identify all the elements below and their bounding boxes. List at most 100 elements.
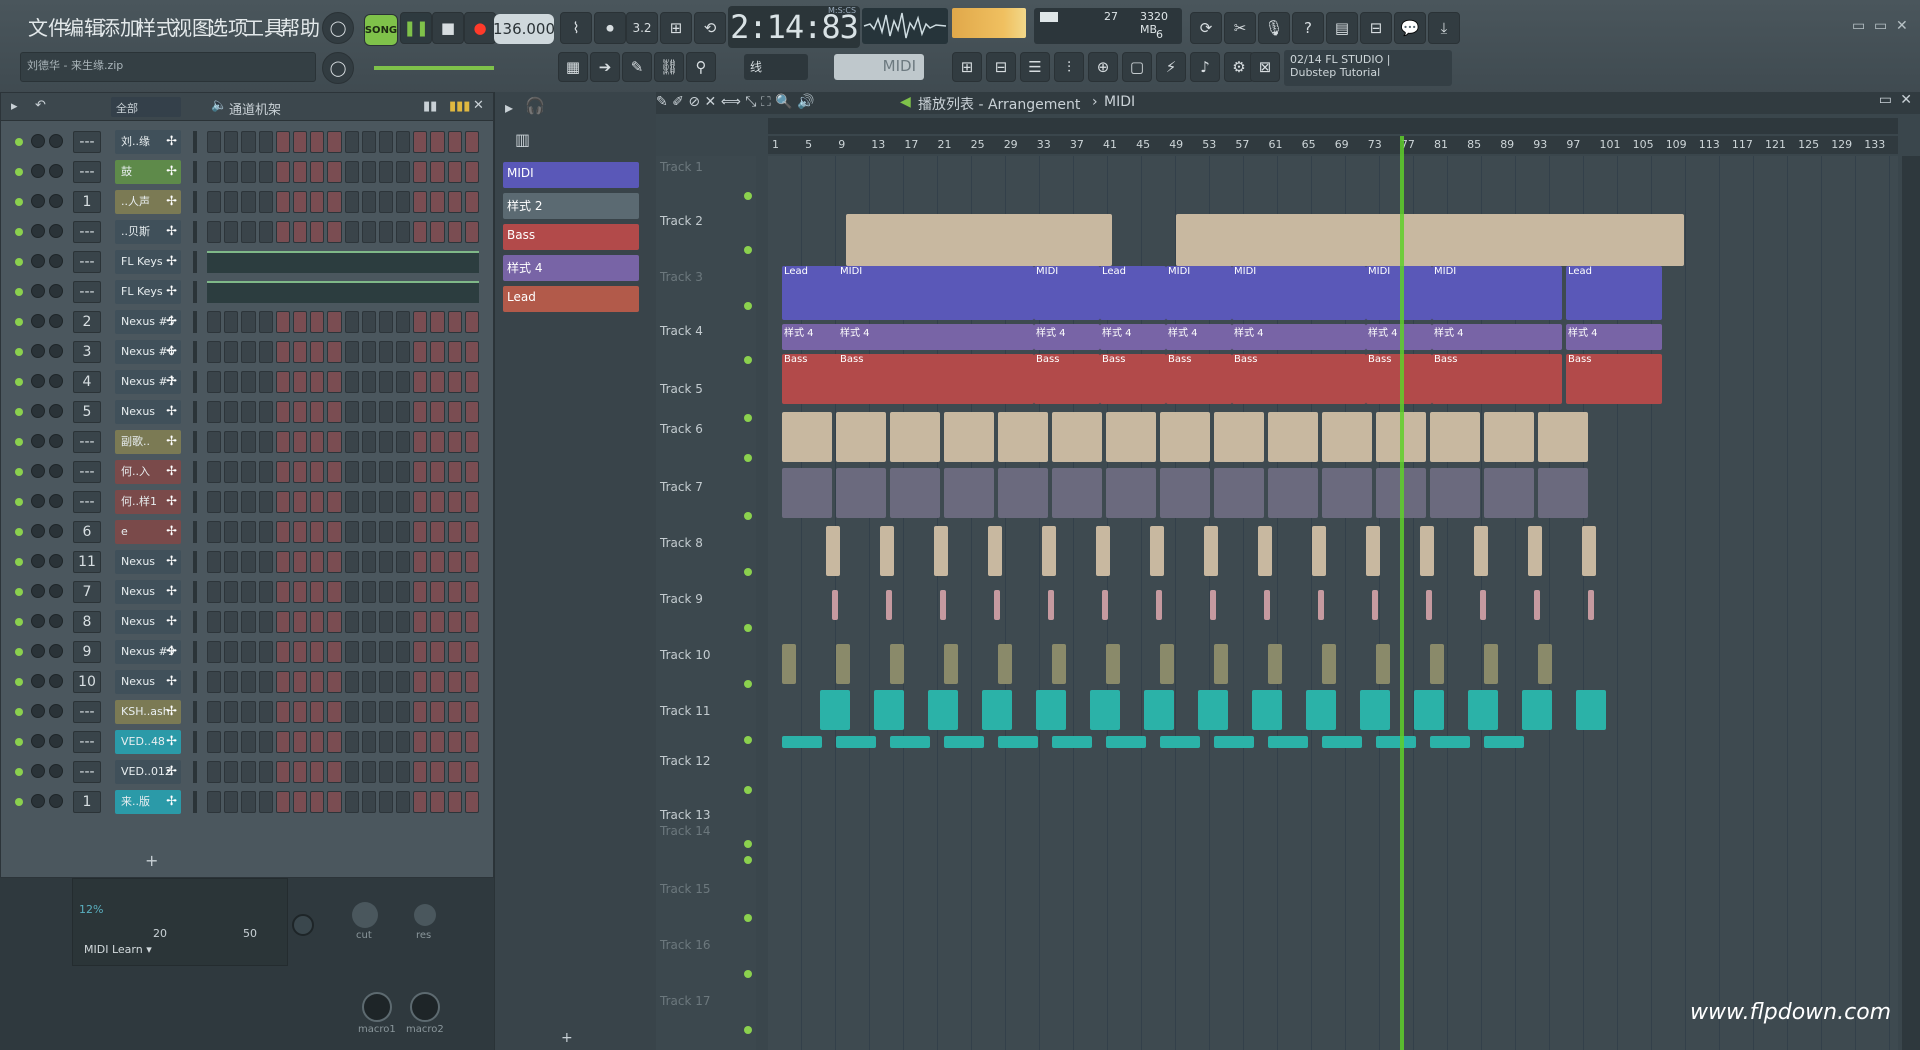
channel-pan-knob[interactable] [49, 434, 63, 448]
playlist-clip[interactable] [1144, 690, 1174, 730]
playlist-clip[interactable] [1204, 526, 1218, 576]
playlist-clip[interactable] [1426, 590, 1432, 620]
step-button[interactable] [224, 491, 239, 513]
step-button[interactable] [430, 641, 445, 663]
step-button[interactable] [224, 701, 239, 723]
channel-name-button[interactable]: 来..版 ✢ [115, 790, 181, 814]
channel-name-button[interactable]: 何..入 ✢ [115, 460, 181, 484]
step-button[interactable] [361, 551, 376, 573]
step-icon[interactable]: ▮▮▮ [449, 99, 470, 114]
step-button[interactable] [241, 311, 256, 333]
step-button[interactable] [224, 521, 239, 543]
channel-active-led[interactable] [15, 648, 23, 656]
step-button[interactable] [396, 641, 411, 663]
arrow-right-icon[interactable]: ➔ [590, 52, 620, 82]
step-button[interactable] [207, 671, 222, 693]
channel-select-led[interactable] [193, 581, 197, 603]
playlist-clip[interactable] [1052, 736, 1092, 748]
step-button[interactable] [327, 371, 342, 393]
step-button[interactable] [396, 671, 411, 693]
undo-icon[interactable]: ⟳ [1190, 12, 1222, 44]
step-button[interactable] [258, 701, 273, 723]
channel-select-led[interactable] [193, 461, 197, 483]
step-button[interactable] [258, 671, 273, 693]
step-button[interactable] [464, 431, 479, 453]
step-button[interactable] [241, 161, 256, 183]
step-button[interactable] [258, 641, 273, 663]
playlist-clip[interactable] [1484, 468, 1534, 518]
step-button[interactable] [396, 551, 411, 573]
help-icon[interactable]: ? [1292, 12, 1324, 44]
step-edit-icon[interactable]: ⊞ [660, 12, 692, 44]
step-button[interactable] [344, 581, 359, 603]
step-button[interactable] [447, 641, 462, 663]
close-icon[interactable]: ✕ [1896, 18, 1908, 34]
track-header[interactable]: Track 12 [660, 754, 752, 768]
track-header[interactable]: Track 6 [660, 422, 752, 436]
rack-undo-icon[interactable]: ↶ [35, 98, 46, 113]
playlist-clip[interactable] [1318, 590, 1324, 620]
step-button[interactable] [258, 311, 273, 333]
playlist-clip[interactable] [1372, 590, 1378, 620]
step-button[interactable] [258, 161, 273, 183]
step-button[interactable] [275, 551, 290, 573]
step-button[interactable] [413, 131, 428, 153]
step-button[interactable] [344, 401, 359, 423]
step-button[interactable] [464, 191, 479, 213]
step-button[interactable] [224, 221, 239, 243]
step-button[interactable] [447, 761, 462, 783]
channel-row[interactable]: --- 刘..缘 ✢ [15, 129, 485, 155]
res-knob[interactable] [414, 904, 436, 926]
playlist-clip[interactable] [1268, 736, 1308, 748]
step-button[interactable] [241, 581, 256, 603]
step-button[interactable] [275, 731, 290, 753]
channel-volume-knob[interactable] [31, 704, 45, 718]
step-button[interactable] [241, 521, 256, 543]
step-button[interactable] [310, 611, 325, 633]
playlist-clip[interactable]: 样式 4 [1034, 324, 1100, 350]
step-button[interactable] [292, 341, 308, 363]
overview-scrollbar[interactable] [768, 118, 1898, 134]
graph-icon[interactable]: ▮▮ [423, 99, 437, 114]
step-button[interactable] [361, 491, 376, 513]
mixer-track-number[interactable]: --- [73, 281, 101, 303]
playlist-clip[interactable] [880, 526, 894, 576]
step-button[interactable] [275, 671, 290, 693]
channel-select-led[interactable] [193, 281, 197, 303]
step-button[interactable] [430, 221, 445, 243]
menu-5[interactable]: 选项 [208, 12, 248, 41]
step-button[interactable] [378, 581, 394, 603]
channel-select-led[interactable] [193, 731, 197, 753]
record-button[interactable]: ● [464, 12, 496, 44]
channel-row[interactable]: --- FL Keys ✢ [15, 249, 485, 275]
step-button[interactable] [361, 401, 376, 423]
channel-row[interactable]: 1 ..人声 ✢ [15, 189, 485, 215]
step-button[interactable] [344, 611, 359, 633]
step-button[interactable] [292, 191, 308, 213]
channel-name-button[interactable]: VED..012 ✢ [115, 760, 181, 784]
step-button[interactable] [447, 521, 462, 543]
step-button[interactable] [396, 701, 411, 723]
channel-pan-knob[interactable] [49, 344, 63, 358]
step-button[interactable] [292, 401, 308, 423]
channel-volume-knob[interactable] [31, 674, 45, 688]
step-button[interactable] [292, 611, 308, 633]
playlist-clip[interactable] [1576, 690, 1606, 730]
step-button[interactable] [396, 371, 411, 393]
step-button[interactable] [447, 431, 462, 453]
mixer-track-number[interactable]: --- [73, 131, 101, 153]
playlist-clip[interactable] [782, 736, 822, 748]
channel-volume-knob[interactable] [31, 794, 45, 808]
track-mute-led[interactable] [744, 414, 752, 422]
step-button[interactable] [413, 311, 428, 333]
playlist-clip[interactable]: MIDI [1366, 266, 1432, 320]
playlist-clip[interactable] [1366, 526, 1380, 576]
step-button[interactable] [258, 131, 273, 153]
channel-active-led[interactable] [15, 798, 23, 806]
playlist-clip[interactable]: 样式 4 [1566, 324, 1662, 350]
arrangement-grid[interactable]: Lead MIDI MIDI Lead MIDI MIDI MIDI MIDI Lead 样式 4… [768, 156, 1898, 1050]
playlist-clip[interactable] [928, 690, 958, 730]
step-button[interactable] [275, 221, 290, 243]
channel-active-led[interactable] [15, 588, 23, 596]
piano-roll-icon[interactable]: ▦ [558, 52, 588, 82]
